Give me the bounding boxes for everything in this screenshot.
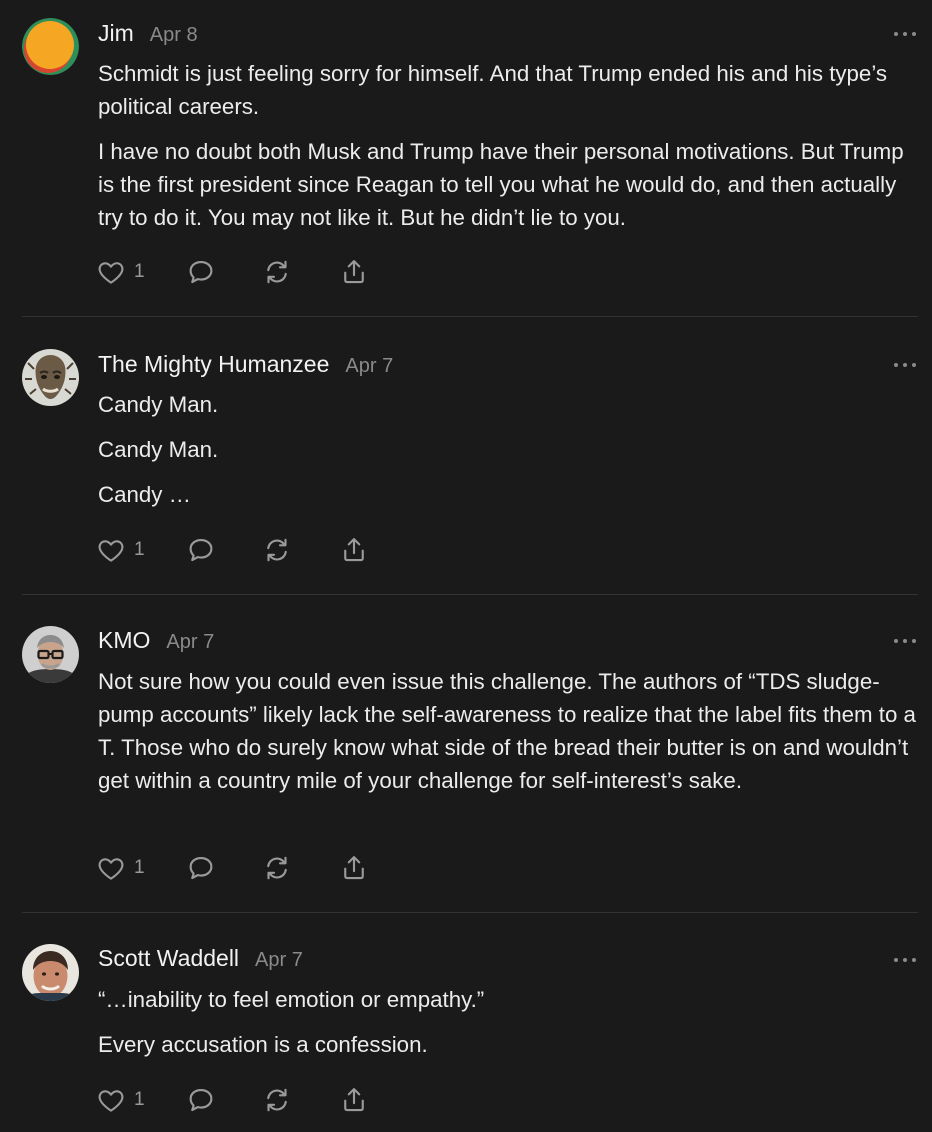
share-icon <box>344 538 364 562</box>
comment-paragraph: Schmidt is just feeling sorry for himsel… <box>98 61 888 119</box>
avatar-image <box>22 626 79 683</box>
avatar[interactable] <box>22 626 79 683</box>
reply-button[interactable] <box>186 1084 216 1116</box>
comment-paragraph: “…inability to feel emotion or empathy.” <box>98 987 485 1012</box>
share-icon <box>344 1088 364 1112</box>
comment-actions: 1 <box>96 534 396 566</box>
like-button[interactable]: 1 <box>96 1084 145 1116</box>
more-options-icon[interactable] <box>894 637 916 645</box>
share-button[interactable] <box>339 852 369 884</box>
speech-bubble-icon <box>189 538 213 562</box>
comment-paragraph: Every accusation is a confession. <box>98 1032 428 1057</box>
restack-button[interactable] <box>262 256 292 288</box>
restack-icon <box>267 538 287 562</box>
comment-date[interactable]: Apr 7 <box>255 949 303 972</box>
avatar-image <box>22 944 79 1001</box>
comment-body: Candy Man. Candy Man. Candy … <box>98 388 916 523</box>
comment-body: Schmidt is just feeling sorry for himsel… <box>98 57 916 246</box>
like-button[interactable]: 1 <box>96 534 145 566</box>
author-name[interactable]: Scott Waddell <box>98 945 239 972</box>
author-name[interactable]: The Mighty Humanzee <box>98 351 329 378</box>
avatar[interactable] <box>22 944 79 1001</box>
avatar[interactable] <box>22 18 79 75</box>
like-button[interactable]: 1 <box>96 852 145 884</box>
more-options-icon[interactable] <box>894 361 916 369</box>
comment: Scott Waddell Apr 7 “…inability to feel … <box>0 913 932 1132</box>
speech-bubble-icon <box>189 856 213 880</box>
comment: KMO Apr 7 Not sure how you could even is… <box>0 595 932 912</box>
share-button[interactable] <box>339 256 369 288</box>
comment-header: The Mighty Humanzee Apr 7 <box>98 351 393 381</box>
more-options-icon[interactable] <box>894 956 916 964</box>
comment-actions: 1 <box>96 256 396 288</box>
comment-actions: 1 <box>96 1084 396 1116</box>
restack-button[interactable] <box>262 852 292 884</box>
comment-header: KMO Apr 7 <box>98 627 214 657</box>
heart-icon <box>98 540 124 562</box>
comment-paragraph: Candy Man. <box>98 392 219 417</box>
restack-icon <box>267 856 287 880</box>
share-icon <box>344 856 364 880</box>
restack-icon <box>267 1088 287 1112</box>
author-name[interactable]: Jim <box>98 20 134 47</box>
avatar[interactable] <box>22 349 79 406</box>
restack-button[interactable] <box>262 534 292 566</box>
avatar-image <box>22 18 79 75</box>
share-button[interactable] <box>339 534 369 566</box>
comment-paragraph: Not sure how you could even issue this c… <box>98 669 916 793</box>
more-options-icon[interactable] <box>894 30 916 38</box>
comment: Jim Apr 8 Schmidt is just feeling sorry … <box>0 0 932 316</box>
comment-paragraph: I have no doubt both Musk and Trump have… <box>98 139 904 230</box>
comment-header: Scott Waddell Apr 7 <box>98 945 303 975</box>
like-count: 1 <box>134 261 145 282</box>
heart-icon <box>98 1090 124 1112</box>
restack-button[interactable] <box>262 1084 292 1116</box>
like-count: 1 <box>134 1089 145 1110</box>
comment-paragraph: Candy Man. <box>98 437 219 462</box>
like-count: 1 <box>134 857 145 878</box>
speech-bubble-icon <box>189 260 213 284</box>
speech-bubble-icon <box>189 1088 213 1112</box>
share-button[interactable] <box>339 1084 369 1116</box>
avatar-image <box>22 349 79 406</box>
comment-actions: 1 <box>96 852 396 884</box>
comment-paragraph: Candy … <box>98 482 191 507</box>
heart-icon <box>98 262 124 284</box>
comment-body: “…inability to feel emotion or empathy.”… <box>98 983 916 1073</box>
comment-date[interactable]: Apr 7 <box>166 631 214 654</box>
heart-icon <box>98 858 124 880</box>
like-button[interactable]: 1 <box>96 256 145 288</box>
share-icon <box>344 260 364 284</box>
reply-button[interactable] <box>186 852 216 884</box>
restack-icon <box>267 260 287 284</box>
comment-header: Jim Apr 8 <box>98 20 198 50</box>
reply-button[interactable] <box>186 256 216 288</box>
like-count: 1 <box>134 539 145 560</box>
comment-date[interactable]: Apr 7 <box>345 355 393 378</box>
reply-button[interactable] <box>186 534 216 566</box>
author-name[interactable]: KMO <box>98 627 150 654</box>
comment-body: Not sure how you could even issue this c… <box>98 665 916 809</box>
comment-date[interactable]: Apr 8 <box>150 24 198 47</box>
comment: The Mighty Humanzee Apr 7 Candy Man. Can… <box>0 317 932 594</box>
